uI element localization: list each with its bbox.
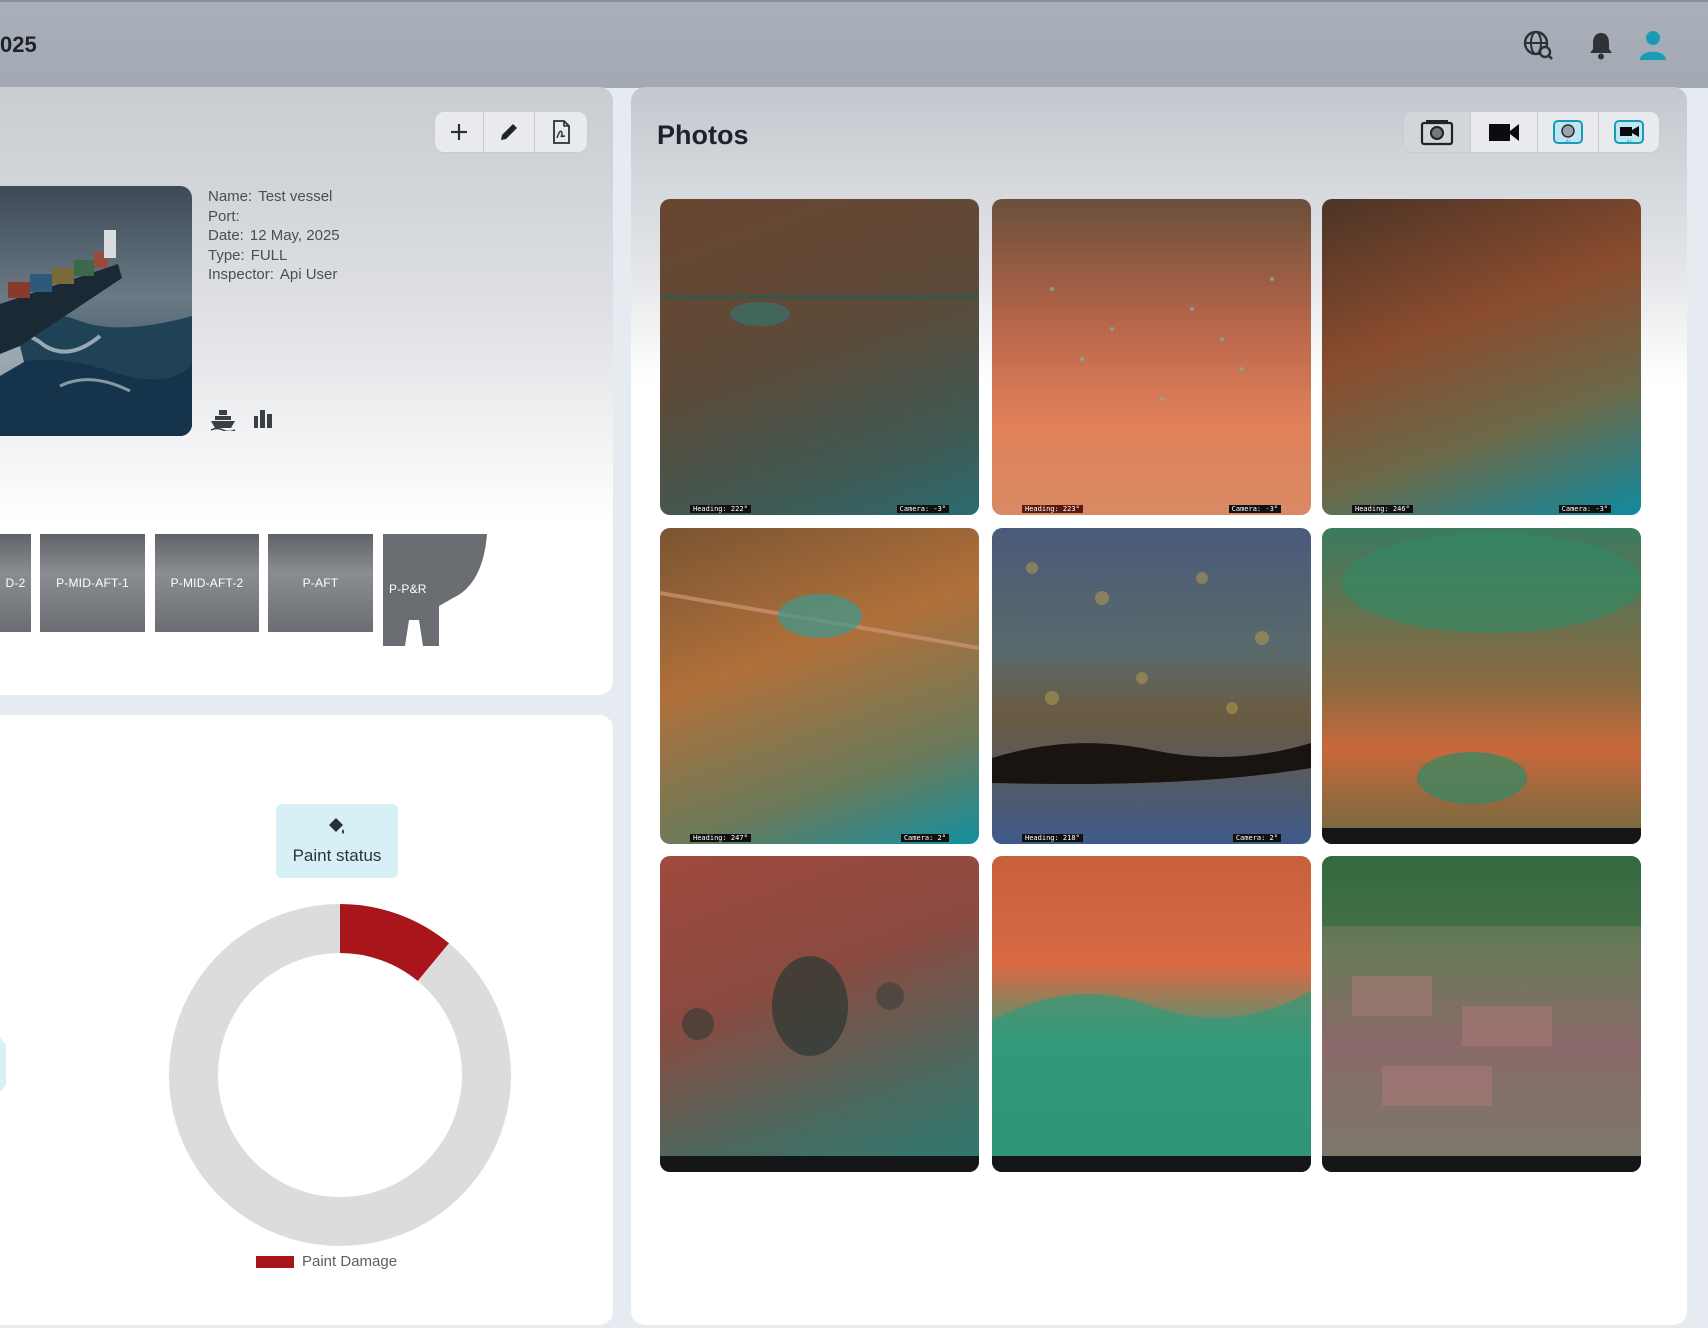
photo-thumbnail[interactable]: Heading: 246° Camera: -3° (1322, 199, 1641, 515)
photo-thumbnail[interactable] (1322, 528, 1641, 844)
ai-photo-icon: AI (1553, 120, 1583, 146)
ai-photo-button[interactable]: AI (1538, 112, 1599, 152)
info-row-type: Type: FULL (208, 246, 288, 264)
user-icon[interactable] (1636, 28, 1670, 62)
add-icon (451, 124, 467, 140)
section-p-mid-aft-2[interactable]: P-MID-AFT-2 (155, 534, 259, 632)
globe-search-icon[interactable] (1521, 28, 1555, 62)
edit-button[interactable] (484, 112, 535, 152)
donut-slice-other[interactable] (169, 904, 511, 1246)
video-mode-button[interactable] (1471, 112, 1538, 152)
paint-bucket-icon (329, 818, 344, 834)
chart-legend: Paint Damage (256, 1253, 397, 1270)
photo-thumbnail[interactable] (992, 856, 1311, 1172)
pdf-button[interactable] (535, 112, 587, 152)
vessel-toolbar (434, 111, 588, 153)
info-row-inspector: Inspector: Api User (208, 266, 338, 283)
edit-icon (501, 124, 517, 140)
bell-icon[interactable] (1584, 28, 1618, 62)
paint-status-label: Paint status (292, 846, 382, 865)
top-bar: 025 (0, 0, 1708, 88)
photos-title: Photos (657, 120, 749, 150)
legend-label-paint-damage: Paint Damage (302, 1253, 398, 1270)
photos-toolbar: AI AI (1403, 111, 1660, 153)
page-title: 025 (0, 32, 37, 57)
photo-mode-button[interactable] (1404, 112, 1471, 152)
info-row-port: Port: (208, 207, 240, 225)
ai-video-button[interactable]: AI (1599, 112, 1659, 152)
section-d-2[interactable]: D-2 (0, 534, 31, 632)
photo-icon (1420, 120, 1454, 146)
photo-thumbnail[interactable]: Heading: 222° Camera: -3° (660, 199, 979, 515)
add-button[interactable] (435, 112, 484, 152)
paint-status-donut (169, 904, 511, 1246)
legend-swatch-paint-damage (256, 1255, 294, 1268)
photo-thumbnail[interactable] (1322, 856, 1641, 1172)
paint-status-button[interactable]: Paint status (276, 804, 398, 878)
ai-video-icon: AI (1614, 120, 1644, 146)
photo-thumbnail[interactable]: Heading: 247° Camera: 2° (660, 528, 979, 844)
svg-text:AI: AI (1565, 140, 1571, 146)
vessel-image (0, 186, 192, 436)
video-icon (1489, 124, 1519, 141)
pdf-icon (553, 120, 570, 144)
photo-thumbnail[interactable]: Heading: 223° Camera: -3° (992, 199, 1311, 515)
svg-text:AI: AI (1626, 140, 1632, 146)
section-p-mid-aft-1[interactable]: P-MID-AFT-1 (40, 534, 145, 632)
photo-thumbnail[interactable] (660, 856, 979, 1172)
photo-thumbnail[interactable]: Heading: 218° Camera: 2° (992, 528, 1311, 844)
section-p-aft[interactable]: P-AFT (268, 534, 373, 632)
section-p-p-r[interactable]: P-P&R (383, 534, 488, 646)
bar-chart-icon[interactable] (252, 407, 274, 434)
ship-icon[interactable] (210, 407, 236, 436)
partial-chart-ring (0, 1035, 12, 1100)
info-row-name: Name: Test vessel (208, 188, 333, 205)
info-row-date: Date: 12 May, 2025 (208, 227, 340, 244)
vessel-info: Name: Test vessel Port: Date: 12 May, 2025… (208, 187, 346, 285)
